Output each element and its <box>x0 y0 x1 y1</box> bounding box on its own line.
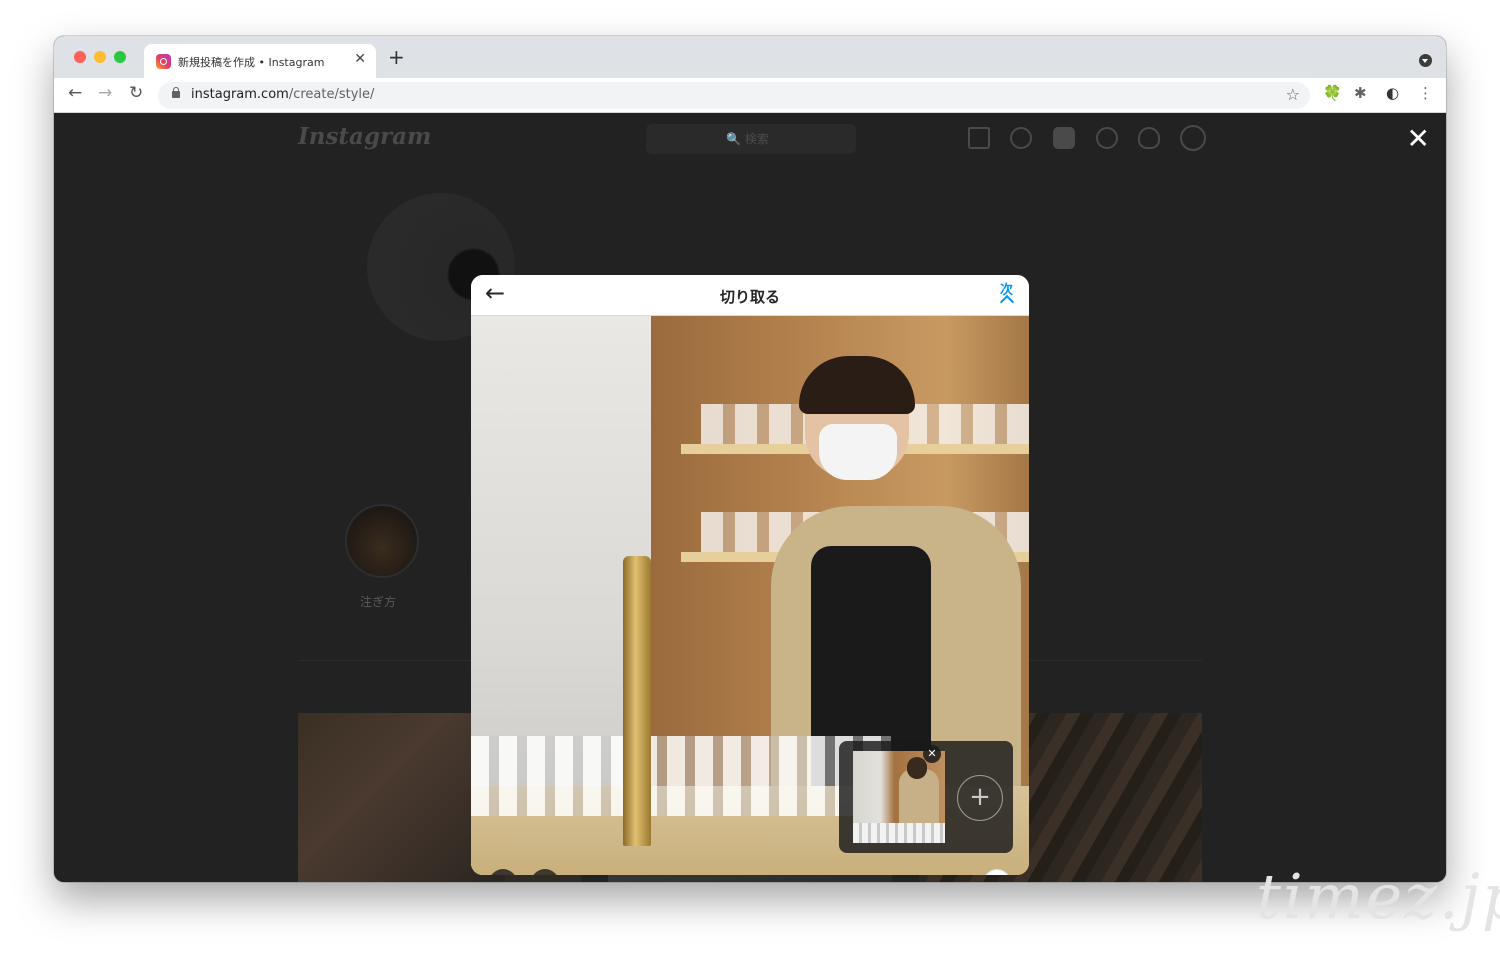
carousel-thumbnail[interactable] <box>853 751 945 843</box>
instagram-page-dimmed: Instagram 🔍 検索 ✕ 注ぎ方 ← 切り取る 次 ✕ + <box>54 113 1446 882</box>
instagram-logo: Instagram <box>298 123 432 150</box>
lock-icon <box>172 87 180 98</box>
close-modal-icon[interactable]: ✕ <box>1407 125 1430 153</box>
explore-icon[interactable] <box>1096 127 1118 149</box>
close-window-button[interactable] <box>74 51 86 63</box>
instagram-favicon-icon <box>156 54 171 69</box>
profile-icon[interactable] <box>1180 125 1206 151</box>
tab-strip: 新規投稿を作成 • Instagram ✕ + <box>54 36 1446 78</box>
heart-icon[interactable] <box>1138 127 1160 149</box>
remove-media-icon[interactable]: ✕ <box>923 745 941 763</box>
maximize-window-button[interactable] <box>114 51 126 63</box>
browser-toolbar: ← → ↻ instagram.com/create/style/ ☆ 🍀 ✱ … <box>54 78 1446 113</box>
search-input[interactable]: 🔍 検索 <box>646 124 856 154</box>
story-highlight[interactable] <box>345 504 419 578</box>
address-bar[interactable]: instagram.com/create/style/ ☆ <box>158 82 1310 109</box>
media-carousel-panel: ✕ + <box>839 741 1013 853</box>
browser-menu-icon[interactable]: ⋮ <box>1418 86 1433 101</box>
photo-mask <box>819 424 897 480</box>
photo-front-glasses <box>471 736 891 816</box>
photo-beer-tap <box>623 556 651 846</box>
modal-title: 切り取る <box>719 288 780 306</box>
thumb-head <box>907 757 927 779</box>
minimize-window-button[interactable] <box>94 51 106 63</box>
browser-window: 新規投稿を作成 • Instagram ✕ + ← → ↻ instagram.… <box>54 36 1446 882</box>
search-placeholder: 🔍 検索 <box>726 132 769 146</box>
extension-clover-icon[interactable]: 🍀 <box>1323 86 1342 101</box>
profile-avatar-icon[interactable]: ◐ <box>1386 86 1399 101</box>
messenger-icon[interactable] <box>1010 127 1032 149</box>
modal-header: ← 切り取る 次 <box>471 275 1029 316</box>
tab-active[interactable]: 新規投稿を作成 • Instagram ✕ <box>144 44 376 78</box>
extensions-puzzle-icon[interactable]: ✱ <box>1354 86 1367 101</box>
new-tab-button[interactable]: + <box>388 47 405 67</box>
home-icon[interactable] <box>968 127 990 149</box>
tab-title: 新規投稿を作成 • Instagram <box>178 56 325 69</box>
create-post-modal: ← 切り取る 次 ⤢ ⊕ ❐ <box>471 275 1029 875</box>
url-text[interactable]: instagram.com/create/style/ <box>191 87 374 102</box>
tab-close-icon[interactable]: ✕ <box>354 51 366 67</box>
new-post-icon[interactable] <box>1053 127 1075 149</box>
photo-hair <box>799 356 915 414</box>
forward-button[interactable]: → <box>98 85 112 102</box>
thumb-counter <box>853 823 945 843</box>
reload-button[interactable]: ↻ <box>129 85 143 102</box>
add-media-button[interactable]: + <box>957 775 1003 821</box>
crop-photo-preview[interactable]: ⤢ ⊕ ❐ ✕ + <box>471 316 1029 875</box>
tab-search-icon[interactable] <box>1419 54 1432 67</box>
back-button[interactable]: ← <box>68 85 82 102</box>
bookmark-star-icon[interactable]: ☆ <box>1286 85 1300 104</box>
story-highlight-label: 注ぎ方 <box>360 595 397 609</box>
site-watermark: timez.jp <box>1256 860 1500 933</box>
